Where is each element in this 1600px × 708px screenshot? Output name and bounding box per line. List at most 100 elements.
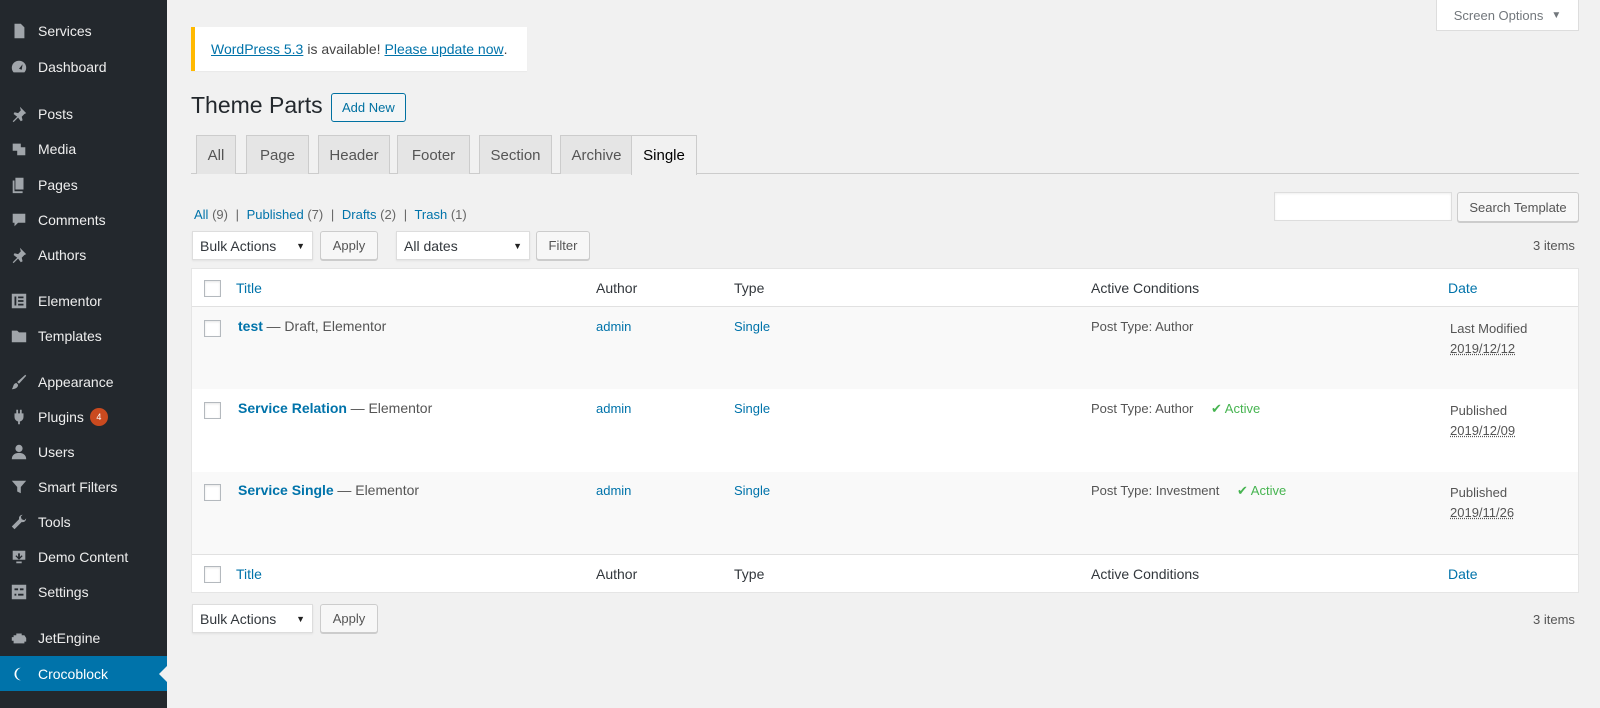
row-author-link[interactable]: admin — [596, 401, 631, 416]
sidebar-item-plugins[interactable]: Plugins 4 — [0, 400, 167, 434]
sidebar-item-settings[interactable]: Settings — [0, 575, 167, 609]
sidebar-item-demo-content[interactable]: Demo Content — [0, 540, 167, 574]
tab-archive[interactable]: Archive — [560, 135, 633, 174]
sidebar-item-label: Posts — [38, 106, 74, 122]
table-header: Title Author Type Active Conditions Date — [192, 269, 1578, 307]
sidebar-item-smart-filters[interactable]: Smart Filters — [0, 470, 167, 504]
plugin-icon — [10, 408, 28, 426]
row-checkbox[interactable] — [204, 320, 221, 337]
sidebar-item-label: Authors — [38, 247, 87, 263]
notice-text: is available! — [307, 41, 381, 57]
search-template-button[interactable]: Search Template — [1457, 192, 1579, 222]
row-date: 2019/12/09 — [1450, 423, 1516, 438]
column-type: Type — [734, 280, 765, 296]
filter-trash-link[interactable]: Trash (1) — [414, 207, 466, 222]
tab-page[interactable]: Page — [246, 135, 309, 174]
plugins-update-badge: 4 — [89, 408, 108, 426]
row-date: 2019/12/12 — [1450, 341, 1516, 356]
sidebar-item-services[interactable]: Services — [0, 14, 167, 48]
row-author-link[interactable]: admin — [596, 483, 631, 498]
column-title-footer[interactable]: Title — [236, 566, 262, 582]
tab-single[interactable]: Single — [631, 135, 697, 175]
admin-sidebar: Services Dashboard Posts Media Pages Com… — [0, 0, 167, 708]
tab-all[interactable]: All — [196, 135, 236, 174]
sidebar-item-dashboard[interactable]: Dashboard — [0, 50, 167, 84]
dates-select[interactable]: All dates ▼ — [396, 231, 530, 260]
sidebar-item-templates[interactable]: Templates — [0, 319, 167, 353]
sidebar-item-label: Services — [38, 23, 92, 39]
row-condition: Post Type: Author — [1091, 401, 1194, 416]
column-title[interactable]: Title — [236, 280, 262, 296]
select-all-checkbox-footer[interactable] — [204, 566, 221, 583]
tab-section[interactable]: Section — [479, 135, 552, 174]
caret-down-icon: ▼ — [513, 240, 522, 251]
column-type-footer: Type — [734, 566, 765, 582]
apply-button[interactable]: Apply — [320, 231, 378, 260]
sidebar-item-label: Appearance — [38, 374, 114, 390]
download-icon — [10, 548, 28, 566]
sidebar-item-appearance[interactable]: Appearance — [0, 365, 167, 399]
row-condition: Post Type: Investment — [1091, 483, 1220, 498]
filter-drafts-link[interactable]: Drafts (2) — [342, 207, 396, 222]
row-title-meta: — Elementor — [337, 482, 420, 498]
filter-button[interactable]: Filter — [536, 231, 590, 260]
tab-footer[interactable]: Footer — [397, 135, 470, 174]
brush-icon — [10, 373, 28, 391]
sidebar-item-tools[interactable]: Tools — [0, 505, 167, 539]
sidebar-item-label: Smart Filters — [38, 479, 118, 495]
apply-button-bottom[interactable]: Apply — [320, 604, 378, 633]
row-title-link[interactable]: Service Single — [238, 482, 334, 498]
filter-all-link[interactable]: All (9) — [194, 207, 228, 222]
user-icon — [10, 443, 28, 461]
sidebar-item-jetengine[interactable]: JetEngine — [0, 621, 167, 655]
row-title-link[interactable]: test — [238, 318, 263, 334]
sidebar-item-pages[interactable]: Pages — [0, 168, 167, 202]
sidebar-item-label: JetEngine — [38, 630, 101, 646]
column-date-footer[interactable]: Date — [1448, 566, 1478, 582]
sidebar-item-crocoblock[interactable]: Crocoblock — [0, 656, 167, 691]
table-footer: Title Author Type Active Conditions Date — [192, 554, 1578, 592]
filter-published-link[interactable]: Published (7) — [247, 207, 324, 222]
row-type-link[interactable]: Single — [734, 401, 770, 416]
sidebar-item-authors[interactable]: Authors — [0, 238, 167, 272]
folder-icon — [10, 327, 28, 345]
comment-icon — [10, 211, 28, 229]
notice-end: . — [503, 41, 508, 57]
select-all-checkbox[interactable] — [204, 280, 221, 297]
row-type-link[interactable]: Single — [734, 319, 770, 334]
update-now-link[interactable]: Please update now — [385, 41, 504, 57]
pin-icon — [10, 246, 28, 264]
column-date[interactable]: Date — [1448, 280, 1478, 296]
sidebar-item-media[interactable]: Media — [0, 132, 167, 166]
sidebar-item-label: Pages — [38, 177, 78, 193]
wordpress-version-link[interactable]: WordPress 5.3 — [211, 41, 303, 57]
caret-down-icon: ▼ — [296, 613, 305, 624]
row-condition: Post Type: Author — [1091, 319, 1194, 334]
sidebar-item-comments[interactable]: Comments — [0, 203, 167, 237]
items-count: 3 items — [1533, 238, 1575, 253]
screen-options-button[interactable]: Screen Options ▼ — [1436, 0, 1579, 31]
row-checkbox[interactable] — [204, 484, 221, 501]
sidebar-item-elementor[interactable]: Elementor — [0, 284, 167, 318]
row-author-link[interactable]: admin — [596, 319, 631, 334]
crocoblock-icon — [10, 665, 28, 683]
sidebar-item-users[interactable]: Users — [0, 435, 167, 469]
update-notice: WordPress 5.3 is available! Please updat… — [191, 27, 527, 71]
theme-parts-table: Title Author Type Active Conditions Date… — [191, 268, 1579, 593]
filter-separator: | — [330, 207, 335, 222]
add-new-button[interactable]: Add New — [331, 93, 406, 122]
caret-down-icon: ▼ — [296, 240, 305, 251]
row-checkbox[interactable] — [204, 402, 221, 419]
sidebar-item-posts[interactable]: Posts — [0, 97, 167, 131]
sidebar-item-label: Demo Content — [38, 549, 129, 565]
filter-separator: | — [403, 207, 408, 222]
tab-header[interactable]: Header — [318, 135, 390, 174]
sidebar-item-label: Media — [38, 141, 77, 157]
screen-options-label: Screen Options — [1453, 7, 1544, 23]
row-title-link[interactable]: Service Relation — [238, 400, 347, 416]
row-type-link[interactable]: Single — [734, 483, 770, 498]
bulk-actions-select-bottom[interactable]: Bulk Actions ▼ — [192, 604, 313, 633]
active-status: ✔ Active — [1211, 401, 1261, 416]
search-input[interactable] — [1274, 192, 1452, 221]
bulk-actions-select[interactable]: Bulk Actions ▼ — [192, 231, 313, 260]
